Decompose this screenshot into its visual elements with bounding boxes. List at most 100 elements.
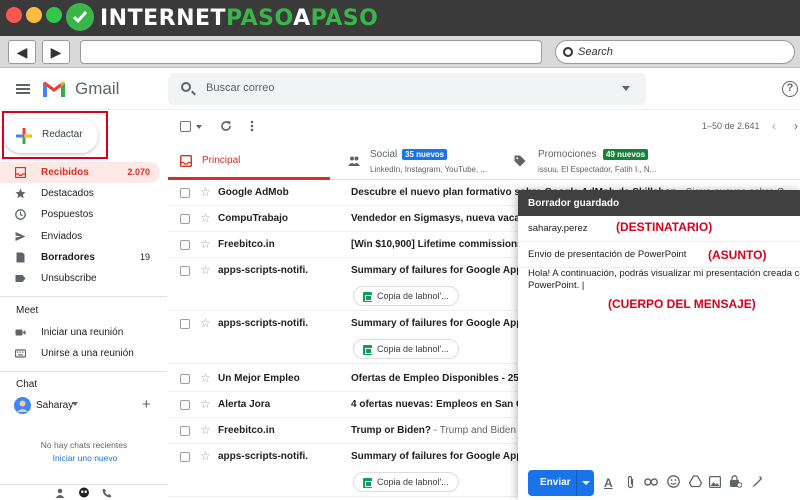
link-icon[interactable] [644, 477, 658, 487]
back-button[interactable]: ◀ [8, 40, 36, 64]
attachment-chip[interactable]: Copia de labnol'... [353, 286, 459, 306]
tab-promotions[interactable]: Promociones 49 nuevos issuu, El Espectad… [502, 144, 662, 180]
body-annotation: (CUERPO DEL MENSAJE) [608, 297, 756, 311]
drive-icon[interactable] [689, 475, 702, 488]
email-sender: apps-scripts-notifi. [218, 318, 309, 329]
meet-join-label: Unirse a una reunión [41, 348, 134, 359]
inbox-icon [15, 167, 26, 178]
divider [0, 371, 167, 372]
meet-start-item[interactable]: Iniciar una reunión [0, 322, 160, 343]
meet-join-item[interactable]: Unirse a una reunión [0, 343, 160, 364]
send-button[interactable]: Enviar [528, 470, 594, 496]
sidebar-item-starred[interactable]: Destacados [0, 183, 160, 204]
site-logo-icon [66, 3, 94, 31]
schedule-send-icon[interactable] [582, 481, 590, 485]
close-window-button[interactable] [6, 7, 22, 23]
browser-titlebar: INTERNETPASOAPASO [0, 0, 800, 36]
address-bar[interactable] [80, 40, 542, 64]
start-new-chat-link[interactable]: Iniciar uno nuevo [0, 453, 170, 463]
tab-social[interactable]: Social 35 nuevos LinkedIn, Instagram, Yo… [336, 144, 502, 180]
signature-icon[interactable] [751, 475, 763, 488]
row-checkbox[interactable] [180, 188, 190, 198]
confidential-mode-icon[interactable] [729, 475, 742, 488]
gmail-logo-icon [43, 81, 65, 97]
gmail-wordmark: Gmail [75, 79, 120, 98]
email-sender: CompuTrabajo [218, 213, 289, 224]
attachment-chip[interactable]: Copia de labnol'... [353, 472, 459, 492]
star-icon[interactable]: ☆ [200, 185, 211, 199]
row-checkbox[interactable] [180, 452, 190, 462]
attachment-chip[interactable]: Copia de labnol'... [353, 339, 459, 359]
sidebar-item-label: Unsubscribe [41, 273, 97, 284]
divider [576, 470, 577, 496]
compose-title: Borrador guardado [518, 190, 800, 216]
star-icon[interactable]: ☆ [200, 449, 211, 463]
main-menu-icon[interactable] [16, 84, 30, 94]
refresh-icon[interactable] [220, 120, 232, 132]
sheets-icon [363, 345, 372, 355]
star-icon[interactable]: ☆ [200, 423, 211, 437]
add-chat-icon[interactable]: + [142, 396, 151, 413]
row-checkbox[interactable] [180, 266, 190, 276]
row-checkbox[interactable] [180, 400, 190, 410]
star-icon[interactable]: ☆ [200, 237, 211, 251]
sidebar-item-inbox[interactable]: Recibidos 2.070 [0, 162, 160, 183]
new-count-badge: 49 nuevos [603, 149, 649, 160]
draft-icon [16, 252, 25, 263]
tab-primary[interactable]: Principal [168, 144, 330, 180]
unread-count: 2.070 [127, 167, 150, 177]
email-sender: Alerta Jora [218, 399, 271, 410]
sidebar-item-label: Recibidos [41, 167, 89, 178]
minimize-window-button[interactable] [26, 7, 42, 23]
star-icon[interactable]: ☆ [200, 263, 211, 277]
sidebar-item-snoozed[interactable]: Pospuestos [0, 204, 160, 225]
meet-start-label: Iniciar una reunión [41, 327, 124, 338]
next-page-icon[interactable]: › [794, 119, 798, 133]
select-all-checkbox[interactable] [180, 121, 191, 132]
browser-search-box[interactable]: Search [555, 40, 795, 64]
attach-icon[interactable] [626, 475, 635, 489]
row-checkbox[interactable] [180, 214, 190, 224]
emoji-icon[interactable] [667, 475, 680, 488]
star-icon[interactable]: ☆ [200, 211, 211, 225]
select-options-icon[interactable] [196, 125, 202, 129]
draft-count: 19 [139, 252, 150, 262]
tab-senders: LinkedIn, Instagram, YouTube, ... [370, 165, 488, 174]
star-icon[interactable]: ☆ [200, 371, 211, 385]
sidebar-item-sent[interactable]: Enviados [0, 226, 160, 247]
row-checkbox[interactable] [180, 374, 190, 384]
sidebar-item-unsubscribe[interactable]: Unsubscribe [0, 268, 160, 289]
compose-window: Borrador guardado saharay.perez Envio de… [518, 190, 800, 500]
chat-user-row[interactable]: Saharay + [14, 396, 164, 416]
send-icon [15, 232, 26, 241]
prev-page-icon[interactable]: ‹ [772, 119, 776, 133]
clock-icon [15, 209, 26, 220]
body-line: PowerPoint. | [528, 280, 585, 291]
sidebar-item-drafts[interactable]: Borradores 19 [0, 247, 160, 268]
tab-senders: issuu, El Espectador, Fatih I., N... [538, 165, 657, 174]
message-body[interactable]: Hola! A continuación, podrás visualizar … [528, 268, 800, 292]
formatting-icon[interactable]: A [604, 476, 613, 490]
forward-button[interactable]: ▶ [42, 40, 70, 64]
person-icon[interactable] [55, 488, 65, 498]
row-checkbox[interactable] [180, 240, 190, 250]
maximize-window-button[interactable] [46, 7, 62, 23]
phone-icon[interactable] [102, 488, 112, 498]
more-options-icon[interactable] [250, 120, 254, 132]
chevron-down-icon[interactable] [72, 402, 78, 406]
tag-icon [514, 155, 526, 167]
image-icon[interactable] [709, 476, 721, 488]
email-sender: Un Mejor Empleo [218, 373, 300, 384]
row-checkbox[interactable] [180, 426, 190, 436]
mail-toolbar: 1–50 de 2.641 ‹ › [168, 110, 800, 144]
row-checkbox[interactable] [180, 319, 190, 329]
search-icon[interactable] [181, 82, 191, 92]
mail-search-input[interactable]: Buscar correo [168, 73, 646, 105]
star-icon[interactable]: ☆ [200, 397, 211, 411]
sidebar-item-label: Borradores [41, 252, 95, 263]
search-options-icon[interactable] [622, 86, 630, 91]
hangouts-icon[interactable] [78, 487, 90, 499]
help-icon[interactable]: ? [782, 81, 798, 97]
no-chats-text: No hay chats recientes [40, 440, 128, 450]
star-icon[interactable]: ☆ [200, 316, 211, 330]
